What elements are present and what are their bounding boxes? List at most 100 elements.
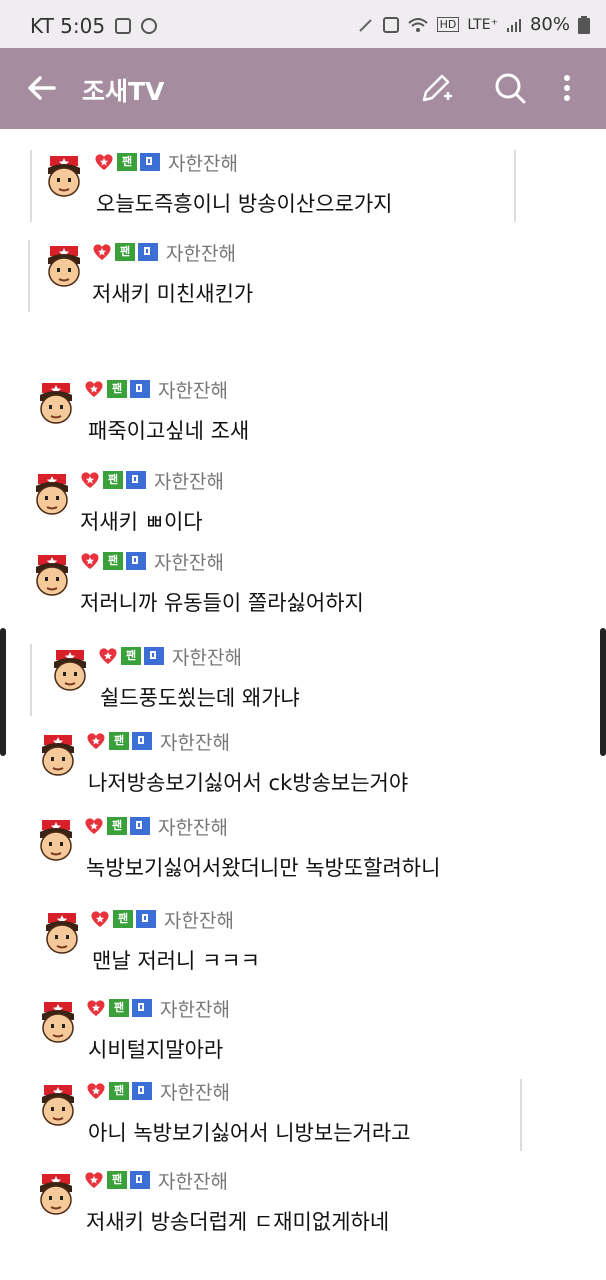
- fan-badge: 팬: [115, 243, 135, 261]
- user-nickname[interactable]: 자한잔해: [158, 1167, 228, 1194]
- user-avatar[interactable]: [36, 1174, 76, 1218]
- user-badges: 팬 자한잔해: [92, 239, 236, 266]
- heart-badge-icon: [98, 647, 118, 665]
- chat-message[interactable]: 팬 자한잔해 오늘도즉흥이니 방송이산으로가지: [0, 150, 606, 230]
- user-avatar[interactable]: [50, 650, 90, 694]
- subscriber-badge-icon: [132, 999, 152, 1017]
- write-icon[interactable]: [418, 70, 454, 106]
- chat-message[interactable]: 팬 자한잔해저새키 ㅃ이다: [0, 468, 606, 548]
- user-avatar[interactable]: [38, 1002, 78, 1046]
- fan-badge: 팬: [113, 910, 133, 928]
- user-avatar[interactable]: [44, 156, 84, 200]
- message-text: 녹방보기싫어서왔더니만 녹방또할려하니: [86, 856, 441, 880]
- message-text: 저새키 ㅃ이다: [80, 510, 203, 534]
- user-avatar[interactable]: [36, 820, 76, 864]
- channel-title: 조새TV: [82, 77, 165, 106]
- message-text: 시비털지말아라: [88, 1038, 224, 1062]
- subscriber-badge-icon: [130, 1171, 150, 1189]
- subscriber-badge-icon: [126, 471, 146, 489]
- user-nickname[interactable]: 자한잔해: [160, 1078, 230, 1105]
- fan-badge: 팬: [103, 471, 123, 489]
- quote-bar: [28, 240, 30, 312]
- chat-message[interactable]: 팬 자한잔해저새키 방송더럽게 ㄷ재미없게하네: [0, 1168, 606, 1248]
- heart-badge-icon: [84, 380, 104, 398]
- subscriber-badge-icon: [132, 1082, 152, 1100]
- message-text: 나저방송보기싫어서 ck방송보는거야: [88, 771, 409, 795]
- user-nickname[interactable]: 자한잔해: [164, 906, 234, 933]
- user-nickname[interactable]: 자한잔해: [160, 995, 230, 1022]
- message-text: 아니 녹방보기싫어서 니방보는거라고: [88, 1121, 411, 1145]
- network-type: LTE⁺: [467, 16, 498, 33]
- hd-icon: HD: [436, 17, 460, 32]
- user-avatar[interactable]: [38, 1085, 78, 1129]
- message-text: 저새키 방송더럽게 ㄷ재미없게하네: [86, 1210, 390, 1234]
- user-badges: 팬 자한잔해: [84, 376, 228, 403]
- user-badges: 팬 자한잔해: [86, 995, 230, 1022]
- user-badges: 팬 자한잔해: [86, 1078, 230, 1105]
- subscriber-badge-icon: [130, 817, 150, 835]
- user-nickname[interactable]: 자한잔해: [166, 239, 236, 266]
- app-bar: 조새TV: [0, 48, 606, 129]
- user-avatar[interactable]: [32, 474, 72, 518]
- subscriber-badge-icon: [144, 647, 164, 665]
- user-nickname[interactable]: 자한잔해: [160, 728, 230, 755]
- message-text: 저러니까 유동들이 쫄라싫어하지: [80, 591, 364, 615]
- chat-message[interactable]: 팬 자한잔해녹방보기싫어서왔더니만 녹방또할려하니: [0, 814, 606, 894]
- chat-message[interactable]: 팬 자한잔해패죽이고싶네 조새: [0, 377, 606, 457]
- gallery-notification-icon: [115, 18, 132, 34]
- user-nickname[interactable]: 자한잔해: [154, 467, 224, 494]
- fan-badge: 팬: [109, 999, 129, 1017]
- user-avatar[interactable]: [36, 383, 76, 427]
- chat-message[interactable]: 팬 자한잔해저새키 미친새킨가: [0, 240, 606, 320]
- fan-badge: 팬: [109, 1082, 129, 1100]
- heart-badge-icon: [92, 243, 112, 261]
- user-avatar[interactable]: [44, 246, 84, 290]
- heart-badge-icon: [84, 817, 104, 835]
- pen-icon: [358, 18, 372, 32]
- user-badges: 팬 자한잔해: [84, 813, 228, 840]
- user-nickname[interactable]: 자한잔해: [168, 149, 238, 176]
- heart-badge-icon: [80, 552, 100, 570]
- heart-badge-icon: [90, 910, 110, 928]
- chat-message[interactable]: 팬 자한잔해저러니까 유동들이 쫄라싫어하지: [0, 549, 606, 629]
- user-avatar[interactable]: [42, 913, 82, 957]
- heart-badge-icon: [86, 1082, 106, 1100]
- message-text: 패죽이고싶네 조새: [88, 419, 250, 443]
- wifi-icon: [407, 17, 428, 32]
- search-icon[interactable]: [492, 70, 528, 106]
- user-badges: 팬 자한잔해: [86, 728, 230, 755]
- user-nickname[interactable]: 자한잔해: [158, 376, 228, 403]
- user-avatar[interactable]: [32, 555, 72, 599]
- fan-badge: 팬: [103, 552, 123, 570]
- signal-icon: [506, 18, 521, 32]
- status-bar: KT 5:05 HD LTE⁺ 80%: [0, 0, 606, 48]
- fan-badge: 팬: [109, 732, 129, 750]
- message-text: 저새키 미친새킨가: [92, 282, 254, 306]
- battery-saver-icon: [382, 16, 399, 33]
- battery-percent: 80%: [529, 14, 570, 35]
- right-divider: [520, 1079, 522, 1151]
- subscriber-badge-icon: [132, 732, 152, 750]
- fan-badge: 팬: [107, 817, 127, 835]
- user-avatar[interactable]: [38, 735, 78, 779]
- heart-badge-icon: [86, 999, 106, 1017]
- carrier-time: KT 5:05: [30, 14, 106, 38]
- fan-badge: 팬: [121, 647, 141, 665]
- subscriber-badge-icon: [126, 552, 146, 570]
- user-nickname[interactable]: 자한잔해: [158, 813, 228, 840]
- more-options-icon[interactable]: [552, 70, 582, 106]
- battery-icon: [578, 15, 590, 34]
- chat-message[interactable]: 팬 자한잔해나저방송보기싫어서 ck방송보는거야: [0, 729, 606, 809]
- fan-badge: 팬: [107, 1171, 127, 1189]
- back-arrow-icon[interactable]: [24, 70, 60, 106]
- user-badges: 팬 자한잔해: [84, 1167, 228, 1194]
- user-nickname[interactable]: 자한잔해: [154, 548, 224, 575]
- chat-message[interactable]: 팬 자한잔해아니 녹방보기싫어서 니방보는거라고: [0, 1079, 606, 1159]
- subscriber-badge-icon: [130, 380, 150, 398]
- user-nickname[interactable]: 자한잔해: [172, 643, 242, 670]
- chat-message[interactable]: 팬 자한잔해시비털지말아라: [0, 996, 606, 1076]
- right-divider: [514, 150, 516, 222]
- chat-message[interactable]: 팬 자한잔해 쉴드풍도쑀는데 왜가냐: [0, 644, 606, 724]
- chat-message[interactable]: 팬 자한잔해 맨날 저러니 ㅋㅋㅋ: [0, 907, 606, 987]
- user-badges: 팬 자한잔해: [94, 149, 238, 176]
